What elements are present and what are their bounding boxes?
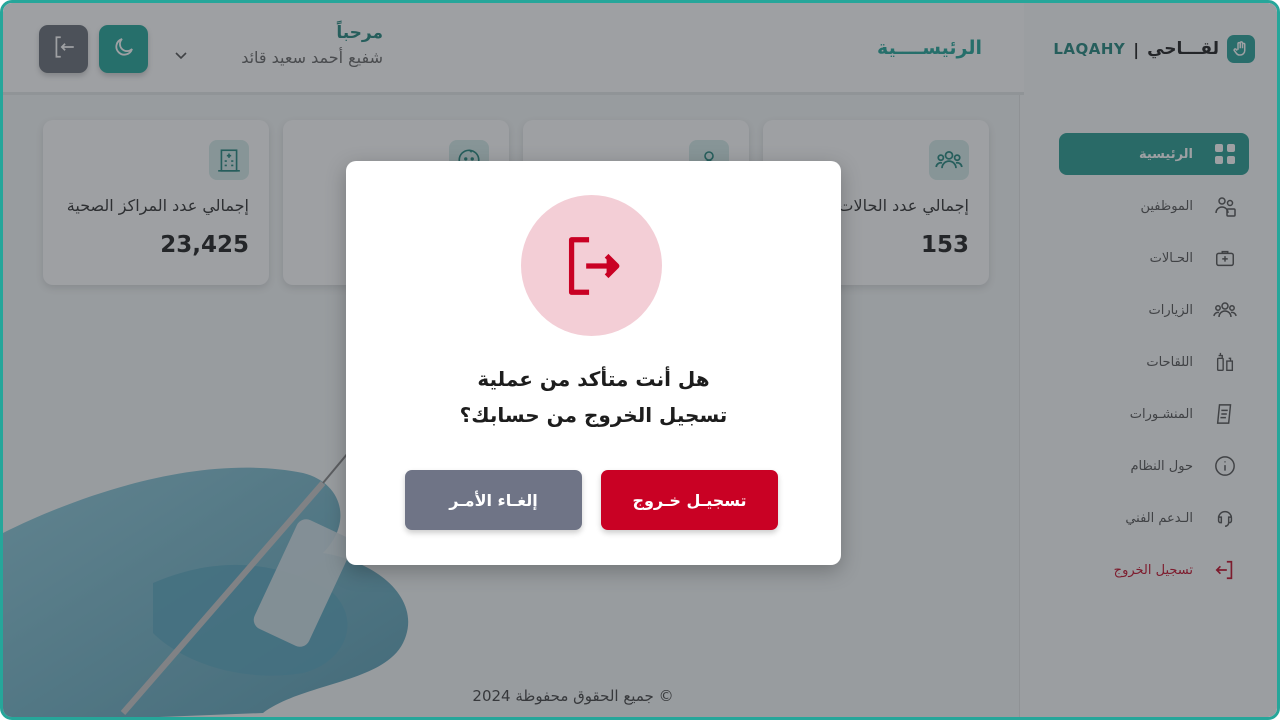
- dialog-message: هل أنت متأكد من عملية تسجيل الخروج من حس…: [386, 361, 801, 433]
- dialog-message-line-1: هل أنت متأكد من عملية: [477, 367, 710, 391]
- dialog-message-line-2: تسجيل الخروج من حسابك؟: [459, 403, 728, 427]
- app-frame: LAQAHY | لقـــاحي الرئيسية الموظفين الحـ…: [0, 0, 1280, 720]
- logout-icon: [521, 195, 662, 336]
- confirm-logout-button[interactable]: تسجيـل خـروج: [601, 470, 778, 530]
- logout-confirm-dialog: هل أنت متأكد من عملية تسجيل الخروج من حس…: [346, 161, 841, 565]
- cancel-button[interactable]: إلغـاء الأمـر: [405, 470, 582, 530]
